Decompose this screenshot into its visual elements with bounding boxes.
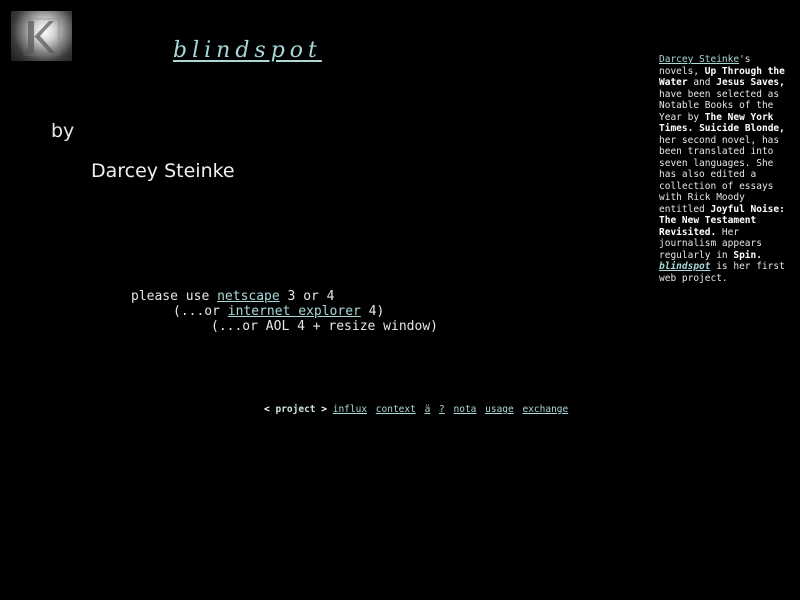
site-nav: < project > influx context ä ? nota usag… — [264, 404, 571, 415]
nav-item-influx[interactable]: influx — [333, 404, 367, 415]
book-title: Suicide Blonde, — [699, 123, 785, 134]
internet-explorer-link[interactable]: internet explorer — [228, 304, 361, 319]
browser-note-text: 3 or 4 — [279, 289, 335, 304]
k-logo-icon — [23, 18, 60, 56]
browser-note-line-3: (...or AOL 4 + resize window) — [211, 319, 438, 334]
browser-note-text: 4) — [360, 304, 385, 319]
nav-item-project: project — [275, 404, 316, 415]
book-title: Jesus Saves, — [716, 77, 785, 88]
by-label: by — [51, 120, 75, 142]
nav-item-exchange[interactable]: exchange — [522, 404, 568, 415]
publication-name: Spin. — [733, 249, 762, 261]
browser-note-text: (...or — [173, 304, 228, 319]
nav-item-help[interactable]: ? — [439, 404, 445, 415]
nav-bracket-open: < — [264, 404, 270, 415]
nav-bracket-close: > — [321, 404, 327, 415]
netscape-link[interactable]: netscape — [217, 289, 280, 304]
bio-text: and — [687, 77, 717, 88]
bio-text: her second novel, has been translated in… — [659, 134, 780, 215]
nav-item-context[interactable]: context — [376, 404, 416, 415]
browser-note-line-1: please use netscape 3 or 4 — [131, 289, 335, 304]
author-name: Darcey Steinke — [91, 160, 235, 182]
page-title[interactable]: blindspot — [173, 38, 322, 63]
nav-item-usage[interactable]: usage — [485, 404, 514, 415]
nav-item-glyph[interactable]: ä — [425, 404, 431, 415]
browser-note-text: please use — [131, 289, 218, 304]
project-link[interactable]: blindspot — [659, 261, 710, 272]
logo[interactable] — [11, 11, 72, 61]
browser-note-line-2: (...or internet explorer 4) — [173, 304, 384, 319]
author-bio: Darcey Steinke's novels, Up Through the … — [659, 54, 789, 284]
author-bio-link[interactable]: Darcey Steinke — [659, 54, 739, 65]
nav-item-nota[interactable]: nota — [454, 404, 477, 415]
